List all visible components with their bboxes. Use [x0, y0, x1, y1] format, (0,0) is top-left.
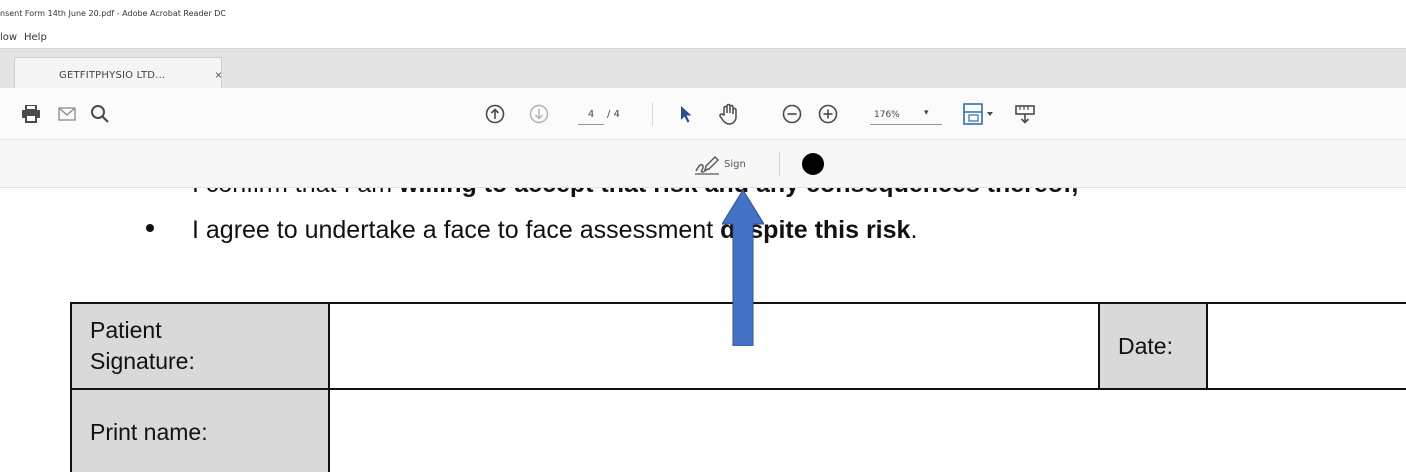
sign-label: Sign — [724, 159, 746, 170]
print-icon[interactable] — [16, 88, 46, 140]
zoom-in-icon[interactable] — [814, 88, 842, 140]
toolbar-divider — [779, 152, 780, 176]
bullet-text-plain: I confirm that I am — [192, 188, 399, 198]
print-name-field[interactable] — [328, 388, 1406, 472]
fit-page-icon[interactable] — [958, 88, 1000, 140]
zoom-value: 176% — [874, 110, 900, 120]
tab-label: GETFITPHYSIO LTD... — [59, 70, 166, 81]
table-row: Print name: — [70, 388, 1406, 472]
title-bar: nsent Form 14th June 20.pdf - Adobe Acro… — [0, 0, 1406, 26]
email-icon[interactable] — [52, 88, 82, 140]
search-icon[interactable] — [84, 88, 116, 140]
select-arrow-icon[interactable] — [674, 88, 698, 140]
chevron-down-icon: ▾ — [924, 108, 929, 118]
tab-document[interactable]: GETFITPHYSIO LTD... × — [14, 57, 222, 89]
zoom-out-icon[interactable] — [778, 88, 806, 140]
page-down-icon[interactable] — [524, 88, 554, 140]
sign-toolbar: Sign — [0, 140, 1406, 188]
bullet-dot — [146, 224, 154, 233]
patient-signature-label: Patient Signature: — [70, 302, 330, 390]
tab-bar: GETFITPHYSIO LTD... × — [0, 48, 1406, 89]
label-line: Signature: — [90, 348, 195, 374]
zoom-select[interactable]: 176% ▾ — [870, 107, 942, 125]
pen-sign-icon — [694, 154, 720, 181]
document-page: I confirm that I am willing to accept th… — [0, 188, 1406, 472]
page-number-input[interactable]: 4 — [578, 107, 604, 125]
hand-icon[interactable] — [714, 88, 744, 140]
toolbar-divider — [652, 102, 653, 126]
bullet-text-plain: I agree to undertake a face to face asse… — [192, 216, 721, 244]
menu-item-window[interactable]: low — [0, 32, 17, 43]
page-up-icon[interactable] — [480, 88, 510, 140]
more-tools-icon[interactable] — [1010, 88, 1040, 140]
menu-item-help[interactable]: Help — [24, 32, 47, 43]
main-toolbar: 4 / 4 176% ▾ — [0, 88, 1406, 140]
date-field[interactable] — [1206, 302, 1406, 390]
window-title: nsent Form 14th June 20.pdf - Adobe Acro… — [0, 9, 227, 18]
bullet-item: I agree to undertake a face to face asse… — [146, 216, 917, 245]
date-label: Date: — [1098, 302, 1208, 390]
patient-signature-field[interactable] — [328, 302, 1100, 390]
label-line: Patient — [90, 317, 162, 343]
bullet-text-end: . — [910, 216, 918, 244]
sign-button[interactable]: Sign — [690, 152, 770, 178]
annotation-arrow — [722, 190, 764, 346]
ink-color-swatch[interactable] — [802, 153, 824, 175]
menu-bar: low Help — [0, 26, 1406, 48]
page-total: / 4 — [607, 109, 620, 120]
bullet-item: I confirm that I am willing to accept th… — [146, 188, 1078, 199]
print-name-label: Print name: — [70, 388, 330, 472]
tab-close-icon[interactable]: × — [215, 68, 222, 82]
